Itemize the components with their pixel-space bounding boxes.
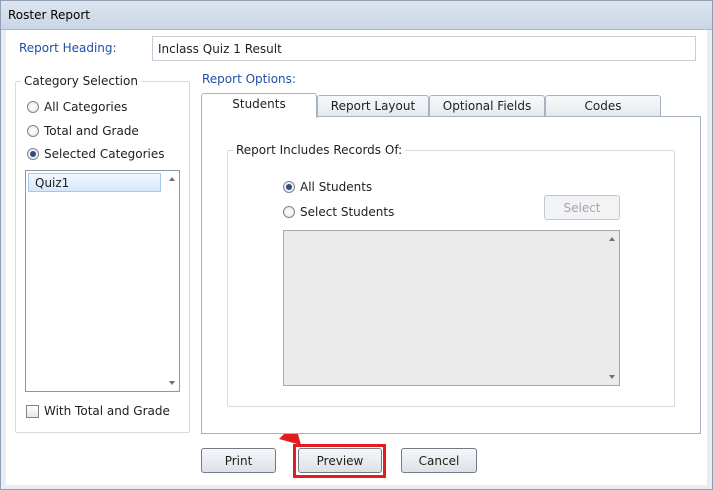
title-bar: Roster Report <box>1 1 712 30</box>
scroll-down-icon[interactable] <box>609 375 615 379</box>
radio-selected-categories-button[interactable] <box>27 148 39 160</box>
report-options-label: Report Options: <box>202 72 296 86</box>
category-selection-group: Category Selection All Categories Total … <box>15 74 190 433</box>
radio-selected-categories[interactable]: Selected Categories <box>27 147 165 161</box>
scroll-up-icon[interactable] <box>169 177 175 181</box>
tab-optional-fields[interactable]: Optional Fields <box>429 95 545 117</box>
list-item[interactable]: Quiz1 <box>28 173 161 192</box>
cancel-button[interactable]: Cancel <box>401 448 477 473</box>
radio-selected-categories-label: Selected Categories <box>44 147 165 161</box>
records-of-title: Report Includes Records Of: <box>233 143 406 157</box>
radio-all-categories[interactable]: All Categories <box>27 100 127 114</box>
radio-select-students[interactable]: Select Students <box>283 205 394 219</box>
students-listbox[interactable] <box>283 230 620 386</box>
tab-students-label: Students <box>232 97 286 111</box>
list-item-label: Quiz1 <box>35 176 70 190</box>
radio-all-categories-button[interactable] <box>27 101 39 113</box>
tab-report-layout-label: Report Layout <box>330 99 416 113</box>
window-title: Roster Report <box>8 8 91 22</box>
radio-total-and-grade-label: Total and Grade <box>44 124 139 138</box>
with-total-and-grade-label: With Total and Grade <box>44 404 170 418</box>
students-tab-panel: Report Includes Records Of: All Students… <box>201 116 701 434</box>
report-heading-label: Report Heading: <box>19 41 117 55</box>
radio-all-students-button[interactable] <box>283 181 295 193</box>
radio-select-students-button[interactable] <box>283 206 295 218</box>
radio-all-students[interactable]: All Students <box>283 180 372 194</box>
radio-all-categories-label: All Categories <box>44 100 128 114</box>
with-total-and-grade-checkbox[interactable]: With Total and Grade <box>26 404 170 418</box>
tab-report-layout[interactable]: Report Layout <box>317 95 429 117</box>
radio-select-students-label: Select Students <box>300 205 395 219</box>
tab-optional-fields-label: Optional Fields <box>442 99 532 113</box>
select-button[interactable]: Select <box>544 195 620 220</box>
radio-total-and-grade-button[interactable] <box>27 125 39 137</box>
report-heading-input[interactable] <box>152 36 696 61</box>
with-total-and-grade-box[interactable] <box>26 404 39 418</box>
records-of-group: Report Includes Records Of: All Students… <box>227 143 675 407</box>
category-listbox[interactable]: Quiz1 <box>25 170 180 392</box>
radio-all-students-label: All Students <box>300 180 373 194</box>
scroll-up-icon[interactable] <box>609 237 615 241</box>
tab-students[interactable]: Students <box>201 93 317 118</box>
dialog-body: Report Heading: Category Selection All C… <box>6 30 707 485</box>
tab-codes-label: Codes <box>584 99 622 113</box>
category-selection-title: Category Selection <box>21 74 141 88</box>
scroll-down-icon[interactable] <box>169 381 175 385</box>
preview-button[interactable]: Preview <box>298 448 382 473</box>
tab-codes[interactable]: Codes <box>545 95 661 117</box>
radio-total-and-grade[interactable]: Total and Grade <box>27 124 139 138</box>
roster-report-window: Roster Report Report Heading: Category S… <box>0 0 713 490</box>
